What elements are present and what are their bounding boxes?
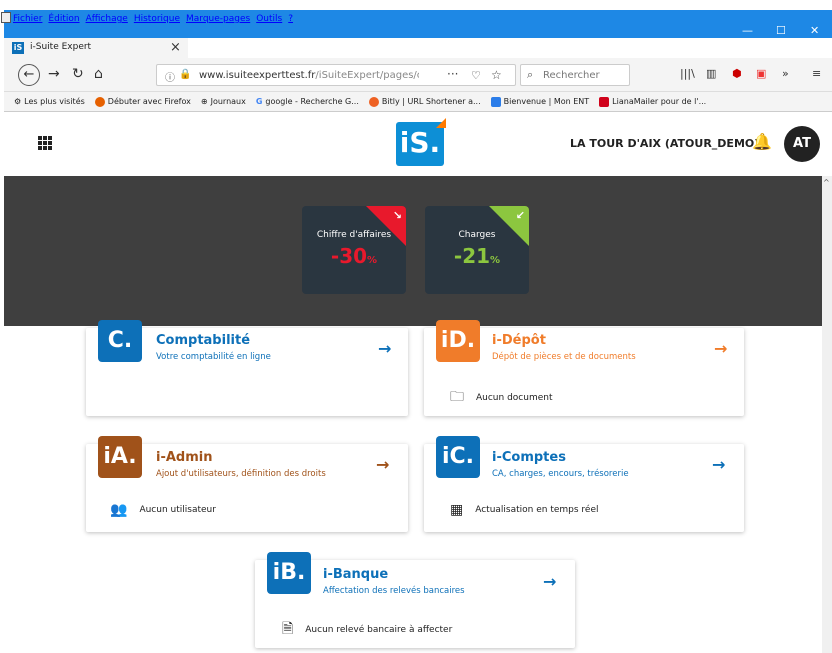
company-name[interactable]: LA TOUR D'AIX (ATOUR_DEMO) [570, 137, 759, 150]
extension-icon[interactable]: ▣ [756, 67, 766, 80]
bookmark-item[interactable]: ⊕ Journaux [201, 97, 246, 106]
app-logo[interactable]: iS. [396, 118, 446, 166]
kpi-title: Chiffre d'affaires [316, 230, 392, 240]
card-subtitle: Dépôt de pièces et de documents [492, 352, 636, 362]
desktop-icon [1, 12, 11, 23]
menu-edition[interactable]: Édition [48, 14, 79, 24]
menu-fichier[interactable]: Fichier [13, 14, 42, 24]
menu-aide[interactable]: ? [288, 14, 293, 24]
url-bar[interactable]: ⓘ 🔒 www.isuiteexperttest.fr/iSuiteExpert… [156, 64, 516, 86]
bookmark-item[interactable]: Bitly | URL Shortener a... [368, 96, 481, 107]
search-placeholder: Rechercher [543, 70, 600, 81]
bookmark-item[interactable]: ⚙ Les plus visités [14, 97, 85, 106]
card-title: i-Comptes [492, 450, 566, 465]
kpi-title: Charges [458, 230, 496, 240]
calendar-icon: ▦ [450, 502, 464, 518]
kpi-value: -30% [330, 244, 378, 268]
new-tab-icon[interactable]: + [193, 36, 206, 55]
search-icon: ⌕ [527, 68, 534, 81]
overflow-icon[interactable]: » [782, 67, 789, 80]
info-icon[interactable]: ⓘ [165, 69, 175, 84]
folder-icon: 🗀 [450, 389, 464, 405]
back-icon[interactable]: ← [18, 64, 40, 86]
arrow-right-icon[interactable]: → [543, 572, 556, 591]
users-icon: 👥 [110, 502, 128, 518]
menu-historique[interactable]: Historique [134, 14, 180, 24]
search-box[interactable]: ⌕ Rechercher [520, 64, 630, 86]
firefox-icon [94, 96, 105, 107]
card-subtitle: Ajout d'utilisateurs, définition des dro… [156, 469, 326, 479]
dashboard-band [4, 176, 822, 326]
kpi-charges[interactable]: ↙ Charges -21% [425, 206, 529, 294]
ublock-icon[interactable]: ⬢ [732, 67, 742, 80]
card-info: 🗎 Aucun relevé bancaire à affecter [282, 618, 452, 642]
card-title: i-Banque [323, 567, 389, 582]
favicon-icon: iS [12, 42, 24, 54]
arrow-right-icon[interactable]: → [376, 455, 389, 474]
sidebar-icon[interactable]: ▥ [706, 67, 716, 80]
card-info: 👥 Aucun utilisateur [110, 502, 216, 518]
card-subtitle: Affectation des relevés bancaires [323, 586, 465, 596]
kpi-chiffre-affaires[interactable]: ↘ Chiffre d'affaires -30% [302, 206, 406, 294]
arrow-right-icon[interactable]: → [378, 339, 391, 358]
google-icon: G [255, 97, 263, 106]
close-tab-icon[interactable]: × [170, 40, 181, 55]
arrow-right-icon[interactable]: → [712, 455, 725, 474]
badge-i-admin: iA. [98, 436, 142, 478]
badge-comptabilite: C. [98, 320, 142, 362]
card-title: i-Admin [156, 450, 213, 465]
home-icon[interactable]: ⌂ [94, 66, 103, 82]
card-subtitle: Votre comptabilité en ligne [156, 352, 271, 362]
browser-tab[interactable]: iS i-Suite Expert × [4, 38, 188, 58]
lianamailer-icon [599, 96, 610, 107]
card-title: i-Dépôt [492, 333, 546, 348]
globe-icon: ⊕ [200, 97, 208, 106]
forward-icon[interactable]: → [48, 66, 60, 82]
page-actions-icon[interactable]: ··· [447, 67, 458, 81]
kpi-value: -21% [453, 244, 501, 268]
avatar[interactable]: AT [784, 126, 820, 162]
menu-bar: Fichier Édition Affichage Historique Mar… [0, 0, 832, 30]
badge-i-banque: iB. [267, 552, 311, 594]
bookmark-star-icon[interactable]: ☆ [491, 68, 502, 82]
scroll-up-icon[interactable]: ^ [823, 178, 830, 187]
badge-i-depot: iD. [436, 320, 480, 362]
bell-icon[interactable]: 🔔 [752, 132, 772, 151]
pocket-icon[interactable]: ♡ [471, 69, 481, 82]
reload-icon[interactable]: ↻ [72, 66, 84, 82]
card-title: Comptabilité [156, 333, 251, 348]
apps-grid-icon[interactable] [38, 136, 52, 150]
bookmark-item[interactable]: Ggoogle - Recherche G... [256, 97, 359, 106]
bitly-icon [368, 96, 379, 107]
menu-outils[interactable]: Outils [256, 14, 282, 24]
insecure-lock-icon[interactable]: 🔒 [179, 69, 191, 80]
scrollbar[interactable]: ^ [822, 176, 832, 653]
url-text[interactable]: www.isuiteexperttest.fr/iSuiteExpert/pag… [199, 70, 419, 81]
tab-title: i-Suite Expert [30, 42, 92, 52]
gear-icon: ⚙ [14, 97, 22, 106]
card-info: 🗀 Aucun document [450, 386, 553, 410]
card-subtitle: CA, charges, encours, trésorerie [492, 469, 629, 479]
app-header: iS. LA TOUR D'AIX (ATOUR_DEMO) 🔔 AT [4, 112, 832, 176]
hamburger-menu-icon[interactable]: ≡ [812, 67, 821, 80]
arrow-right-icon[interactable]: → [714, 339, 727, 358]
bookmark-item[interactable]: Bienvenue | Mon ENT [490, 96, 589, 107]
library-icon[interactable]: |||\ [680, 67, 695, 80]
bookmark-item[interactable]: LianaMailer pour de l'... [599, 96, 706, 107]
bookmarks-bar: ⚙ Les plus visités Débuter avec Firefox ⊕… [4, 92, 832, 112]
arrow-down-right-icon: ↘ [392, 209, 402, 222]
badge-i-comptes: iC. [436, 436, 480, 478]
ent-icon [490, 96, 501, 107]
navigation-bar: ← → ↻ ⌂ ⓘ 🔒 www.isuiteexperttest.fr/iSui… [4, 58, 832, 92]
card-info: ▦ Actualisation en temps réel [450, 502, 599, 518]
bookmark-item[interactable]: Débuter avec Firefox [94, 96, 191, 107]
arrow-down-left-icon: ↙ [515, 209, 525, 222]
document-icon: 🗎 [282, 621, 294, 637]
menu-affichage[interactable]: Affichage [86, 14, 128, 24]
menu-marque-pages[interactable]: Marque-pages [186, 14, 250, 24]
